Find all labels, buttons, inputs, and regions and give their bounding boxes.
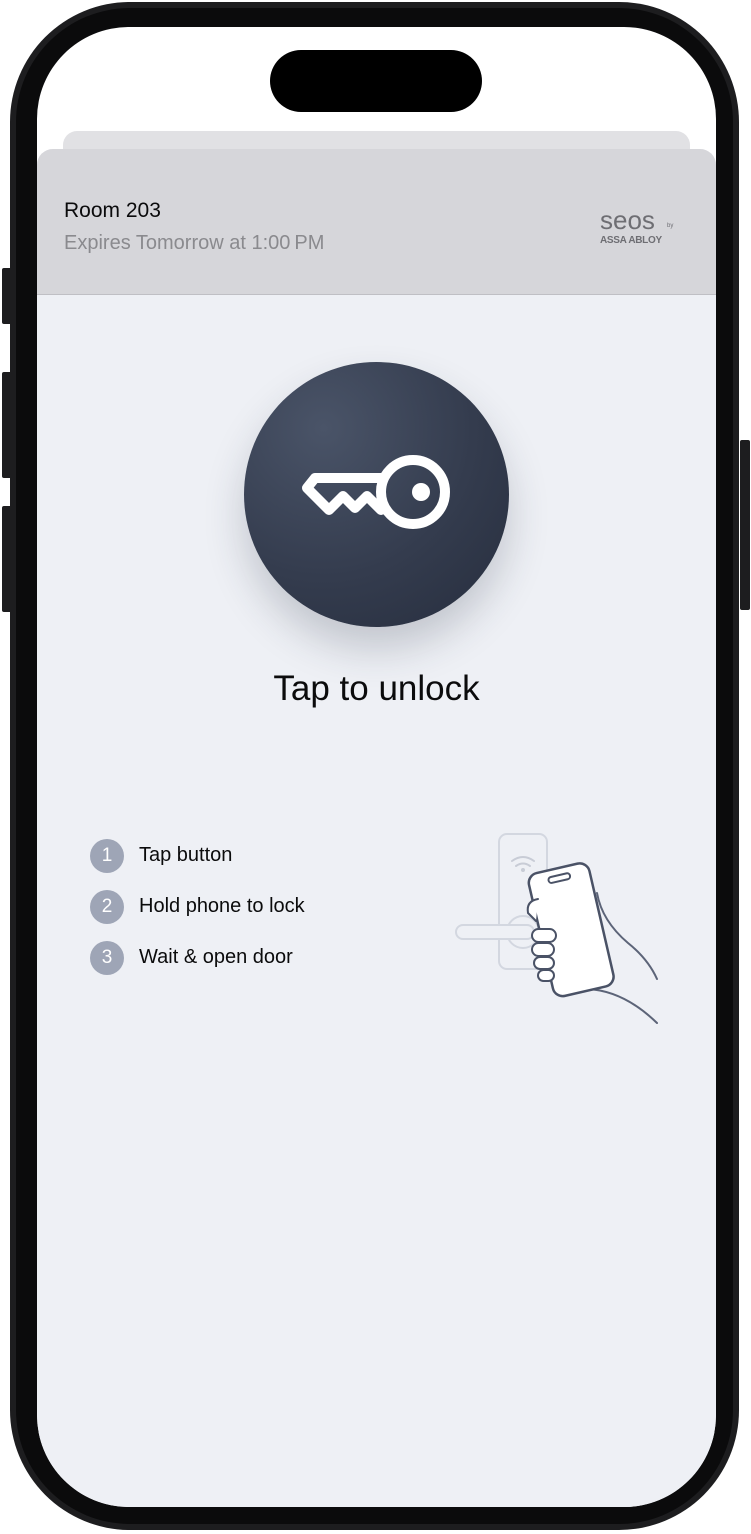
key-card-header[interactable]: Room 203 Expires Tomorrow at 1:00 PM seo… — [37, 149, 716, 295]
room-title: Room 203 — [64, 199, 161, 222]
tap-to-unlock-button[interactable] — [244, 362, 509, 627]
power-button-hardware — [740, 440, 750, 610]
tap-to-unlock-label: Tap to unlock — [273, 669, 480, 708]
wallet-key-sheet: Room 203 Expires Tomorrow at 1:00 PM seo… — [37, 149, 716, 1507]
step-number-badge: 3 — [90, 941, 124, 975]
phone-on-lock-illustration — [455, 833, 658, 1024]
phone-screen: Room 203 Expires Tomorrow at 1:00 PM seo… — [37, 27, 716, 1507]
seos-logo: seos by ASSA ABLOY — [597, 205, 681, 249]
step-text: Wait & open door — [139, 946, 293, 968]
step-text: Tap button — [139, 844, 233, 866]
seos-wordmark: seos — [600, 205, 655, 235]
step-number-badge: 1 — [90, 839, 124, 873]
key-icon — [302, 455, 450, 529]
key-expiry: Expires Tomorrow at 1:00 PM — [64, 232, 325, 254]
assa-abloy-wordmark: ASSA ABLOY — [600, 235, 662, 246]
seos-by: by — [667, 223, 674, 229]
step-text: Hold phone to lock — [139, 895, 305, 917]
step-number-badge: 2 — [90, 890, 124, 924]
dynamic-island — [270, 50, 482, 112]
